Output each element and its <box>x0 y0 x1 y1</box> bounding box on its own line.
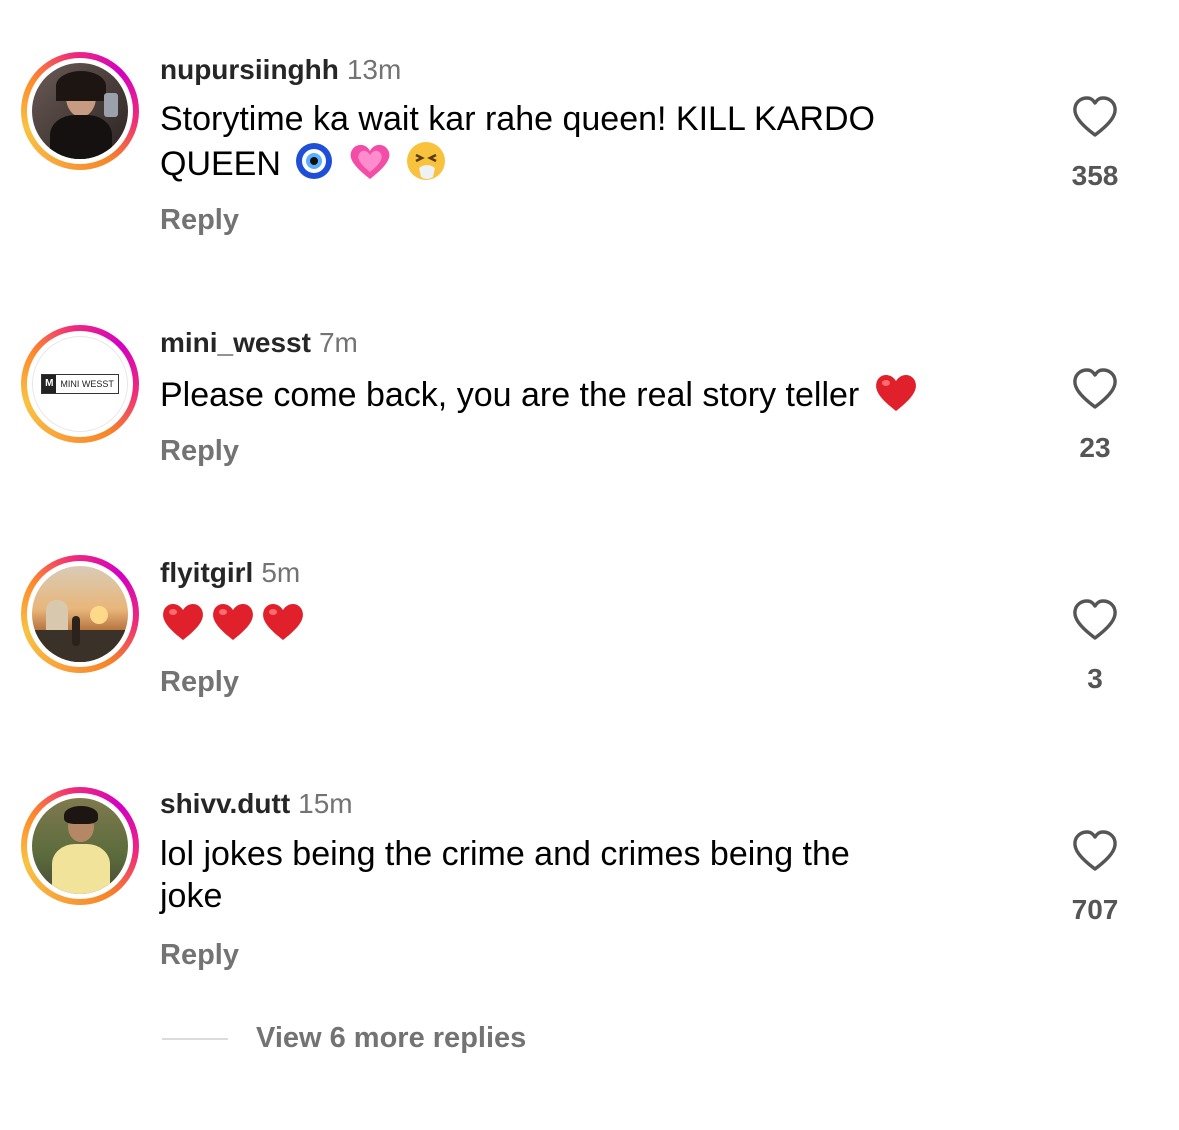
avatar: M MINI WESST <box>32 336 128 432</box>
like-count: 3 <box>1087 663 1103 694</box>
comment-username[interactable]: shivv.dutt 15m <box>160 788 353 820</box>
heart-outline-icon[interactable] <box>1071 95 1119 144</box>
view-more-replies[interactable]: View 6 more replies <box>162 1022 526 1055</box>
reply-button[interactable]: Reply <box>160 204 239 237</box>
comment-username[interactable]: nupursiinghh 13m <box>160 54 401 86</box>
avatar-story-ring[interactable] <box>21 787 139 905</box>
like-count: 358 <box>1071 160 1119 191</box>
comment-time: 15m <box>298 788 353 819</box>
like-control: 23 <box>1064 367 1126 464</box>
comment-text <box>160 600 980 652</box>
divider <box>162 1037 228 1040</box>
comment-time: 5m <box>261 557 301 588</box>
like-control: 358 <box>1064 95 1126 192</box>
reply-button[interactable]: Reply <box>160 666 239 699</box>
red-heart-icon <box>210 600 256 652</box>
reply-button[interactable]: Reply <box>160 939 239 972</box>
comment-username[interactable]: flyitgirl 5m <box>160 557 300 589</box>
avatar-logo: M MINI WESST <box>41 374 119 394</box>
like-count: 23 <box>1079 432 1111 463</box>
red-heart-icon <box>160 600 206 652</box>
avatar-story-ring[interactable] <box>21 52 139 170</box>
like-control: 3 <box>1064 598 1126 695</box>
sneezing-face-icon <box>405 140 447 192</box>
heart-outline-icon[interactable] <box>1071 829 1119 878</box>
growing-heart-icon <box>348 141 392 191</box>
comment-username[interactable]: mini_wesst 7m <box>160 327 358 359</box>
red-heart-icon <box>260 600 306 652</box>
heart-outline-icon[interactable] <box>1071 367 1119 416</box>
comment-time: 7m <box>318 327 358 358</box>
comment-text: Please come back, you are the real story… <box>160 371 980 423</box>
avatar-story-ring[interactable] <box>21 555 139 673</box>
red-heart-icon <box>873 371 919 423</box>
avatar <box>32 798 128 894</box>
avatar <box>32 63 128 159</box>
comment-time: 13m <box>346 54 402 85</box>
avatar-story-ring[interactable]: M MINI WESST <box>21 325 139 443</box>
reply-button[interactable]: Reply <box>160 435 239 468</box>
comment-text: lol jokes being the crime and crimes bei… <box>160 835 850 915</box>
nazar-amulet-icon <box>294 141 334 191</box>
comment-text: Storytime ka wait kar rahe queen! KILL K… <box>160 98 980 192</box>
view-more-replies-label: View 6 more replies <box>256 1022 527 1054</box>
like-control: 707 <box>1064 829 1126 926</box>
avatar <box>32 566 128 662</box>
like-count: 707 <box>1071 894 1119 925</box>
heart-outline-icon[interactable] <box>1071 598 1119 647</box>
